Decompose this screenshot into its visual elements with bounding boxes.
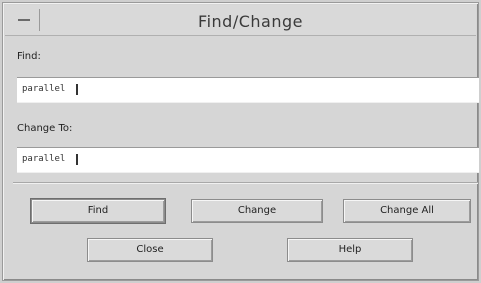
window-menu-icon[interactable] — [11, 9, 40, 31]
find-change-dialog: Find/Change Find: parallel Change To: pa… — [2, 2, 479, 281]
find-label: Find: — [17, 51, 41, 62]
find-button[interactable]: Find — [31, 199, 165, 223]
help-button[interactable]: Help — [287, 238, 413, 262]
change-all-button[interactable]: Change All — [343, 199, 471, 223]
change-button[interactable]: Change — [191, 199, 323, 223]
window-title: Find/Change — [198, 12, 303, 31]
title-bar[interactable]: Find/Change — [5, 5, 476, 36]
find-input[interactable]: parallel — [17, 77, 479, 103]
change-to-label: Change To: — [17, 123, 73, 134]
find-input-value: parallel — [22, 84, 66, 94]
text-caret — [76, 154, 78, 165]
change-to-input-value: parallel — [22, 154, 66, 164]
text-caret — [76, 84, 78, 95]
change-to-input[interactable]: parallel — [17, 147, 479, 173]
divider — [13, 182, 478, 184]
close-button[interactable]: Close — [87, 238, 213, 262]
